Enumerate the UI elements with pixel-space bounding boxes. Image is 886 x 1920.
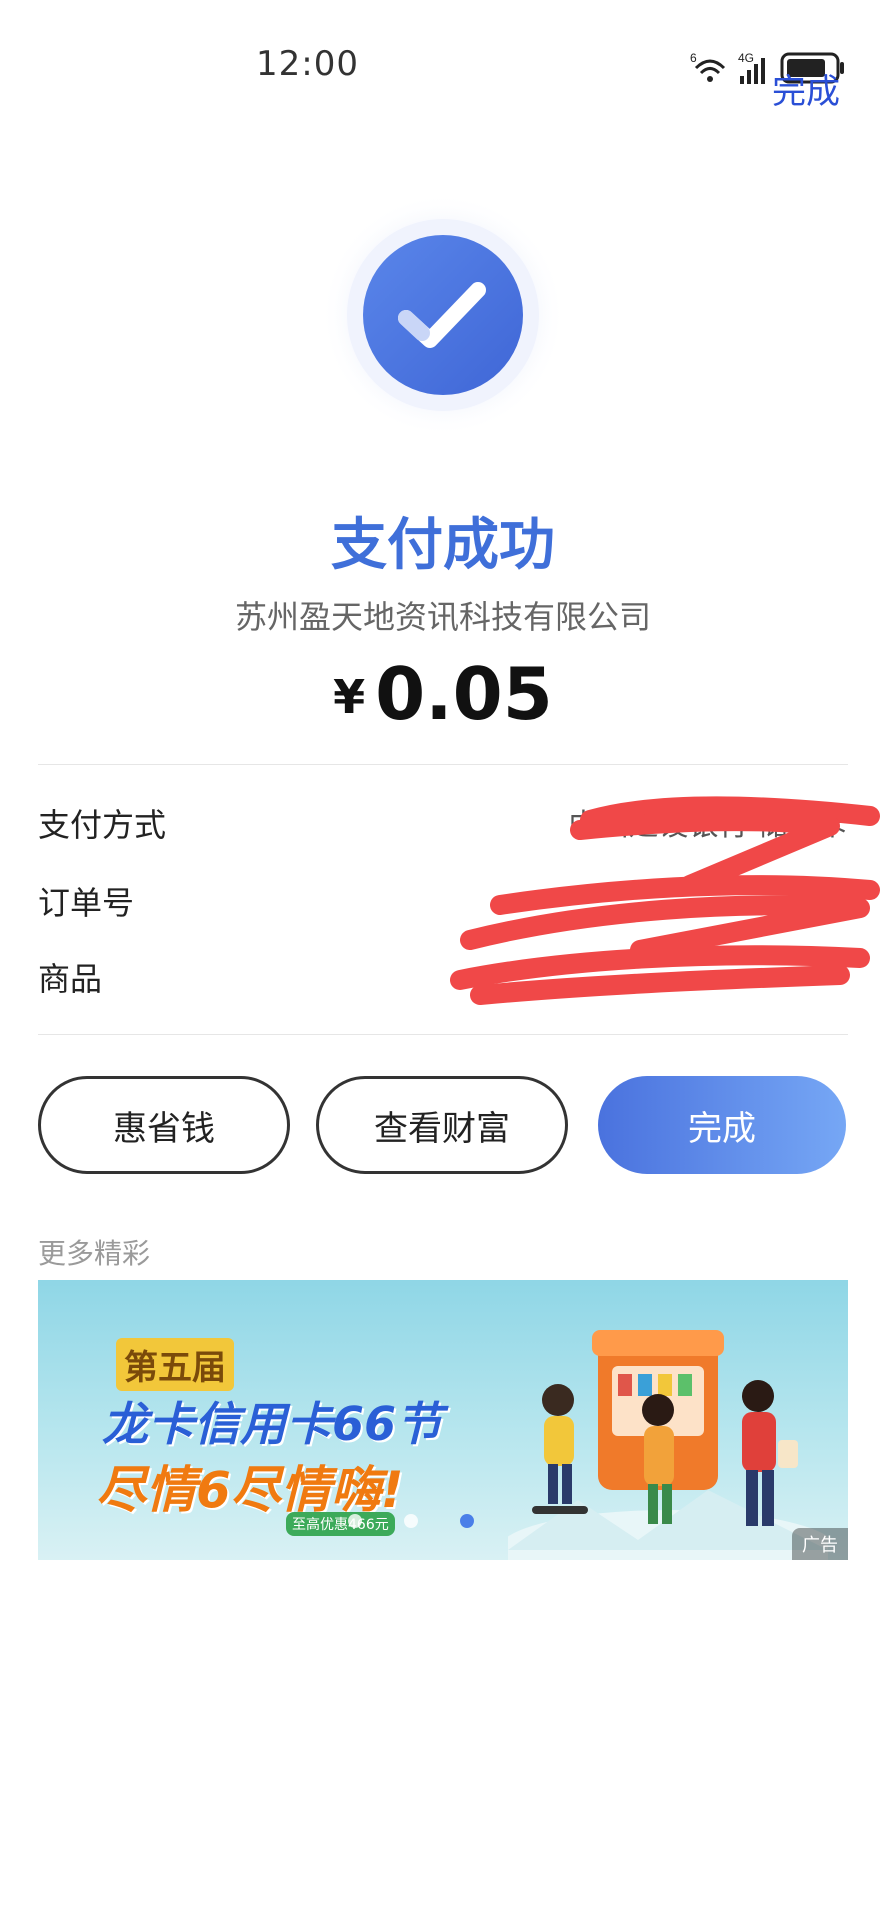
detail-row-order-no: 订单号 bbox=[38, 878, 848, 928]
payment-success-title: 支付成功 bbox=[331, 513, 555, 578]
currency-symbol: ¥ bbox=[333, 670, 366, 724]
status-time: 12:00 bbox=[256, 44, 359, 84]
skater-figure bbox=[532, 1384, 588, 1514]
save-money-button[interactable]: 惠省钱 bbox=[38, 1076, 290, 1174]
woman-figure bbox=[642, 1394, 674, 1524]
promo-illustration bbox=[508, 1330, 828, 1560]
amount-value: 0.05 bbox=[375, 652, 553, 736]
detail-row-payment-method: 支付方式 中国建设银行 储蓄卡 bbox=[38, 800, 848, 850]
more-section-title: 更多精彩 bbox=[38, 1237, 151, 1270]
man-figure bbox=[742, 1380, 798, 1526]
promo-headline: 龙卡信用卡66节 bbox=[102, 1397, 443, 1451]
divider bbox=[38, 1034, 848, 1035]
payment-method-label: 支付方式 bbox=[38, 806, 167, 844]
carousel-dot[interactable] bbox=[404, 1514, 418, 1528]
network-badge: 4G bbox=[738, 51, 754, 65]
promo-edition-label: 第五届 bbox=[116, 1338, 234, 1391]
wifi-badge: 6 bbox=[690, 51, 697, 65]
success-check-icon bbox=[321, 193, 565, 437]
payment-amount: ¥0.05 bbox=[0, 652, 886, 736]
header-done-button[interactable]: 完成 bbox=[772, 64, 840, 113]
carousel-dot-active[interactable] bbox=[460, 1514, 474, 1528]
carousel-dots bbox=[348, 1514, 548, 1534]
goods-label: 商品 bbox=[38, 960, 103, 998]
carousel-dot[interactable] bbox=[348, 1514, 362, 1528]
merchant-name: 苏州盈天地资讯科技有限公司 bbox=[234, 598, 651, 636]
ad-label: 广告 bbox=[792, 1528, 848, 1560]
view-wealth-button[interactable]: 查看财富 bbox=[316, 1076, 568, 1174]
cell-signal-icon: 4G bbox=[738, 51, 765, 84]
promo-banner[interactable]: 第五届 龙卡信用卡66节 尽情6尽情嗨! 至高优惠466元 广告 bbox=[38, 1280, 848, 1560]
wifi-icon: 6 bbox=[690, 51, 726, 82]
status-bar: 12:00 6 4G 完成 bbox=[0, 0, 886, 120]
divider bbox=[38, 764, 848, 765]
order-no-label: 订单号 bbox=[38, 884, 135, 922]
done-button[interactable]: 完成 bbox=[598, 1076, 846, 1174]
payment-method-value: 中国建设银行 储蓄卡 bbox=[568, 808, 848, 843]
detail-row-goods: 商品 bbox=[38, 954, 848, 1004]
